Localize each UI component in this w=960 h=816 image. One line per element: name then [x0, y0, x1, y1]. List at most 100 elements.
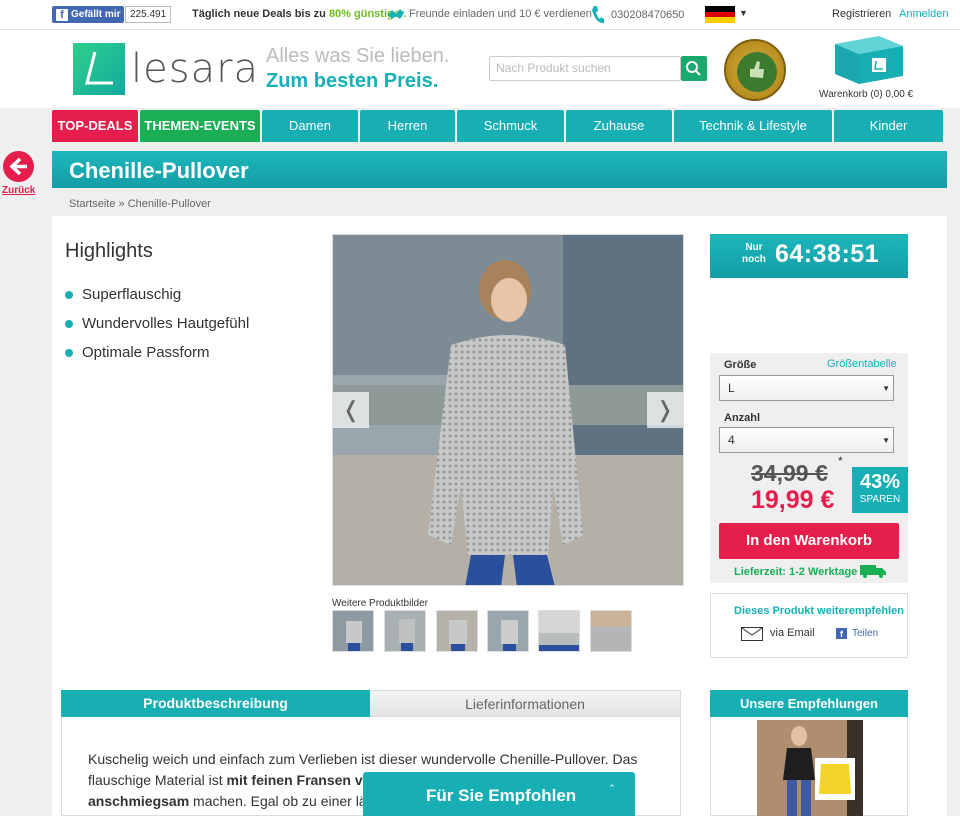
description-line: Kuschelig weich und einfach zum Verliebe…	[88, 751, 638, 767]
add-to-cart-button[interactable]: In den Warenkorb	[719, 523, 899, 559]
price-footnote-marker: *	[838, 454, 843, 468]
countdown-timer: Nur noch 64:38:51	[710, 234, 908, 278]
size-value: L	[728, 381, 735, 395]
nav-item-schmuck[interactable]: Schmuck	[457, 110, 564, 142]
back-link[interactable]: Zurück	[2, 185, 35, 196]
deals-banner: Täglich neue Deals bis zu 80% günstiger.	[192, 8, 407, 20]
description-bold: anschmiegsam	[88, 793, 190, 809]
language-caret-icon[interactable]: ▼	[739, 8, 748, 18]
tab-product-description[interactable]: Produktbeschreibung	[61, 690, 370, 717]
quantity-select[interactable]: 4 ▼	[719, 427, 894, 453]
ekomi-award-seal-icon	[724, 39, 786, 101]
phone-number: 030208470650	[611, 9, 685, 21]
highlight-text: Superflauschig	[82, 286, 182, 303]
next-image-button[interactable]: ❭	[647, 392, 683, 428]
invite-friends-link[interactable]: Freunde einladen und 10 € verdienen	[387, 7, 592, 21]
share-facebook-link[interactable]: Teilen	[852, 628, 878, 639]
invite-label: Freunde einladen und 10 € verdienen	[409, 8, 592, 20]
quantity-label: Anzahl	[724, 412, 761, 424]
main-nav: TOP-DEALS THEMEN-EVENTS Damen Herren Sch…	[52, 110, 945, 142]
bullet-icon	[65, 319, 73, 328]
search-button[interactable]	[681, 56, 707, 81]
nav-item-herren[interactable]: Herren	[360, 110, 455, 142]
size-select[interactable]: L ▼	[719, 375, 894, 401]
product-main-image[interactable]	[332, 234, 684, 586]
old-price: 34,99 €	[751, 460, 828, 486]
chevron-up-icon[interactable]: ˆ	[610, 782, 614, 797]
recommended-for-you-bar[interactable]: Für Sie Empfohlen ˆ	[363, 772, 635, 816]
deals-prefix: Täglich neue Deals bis zu	[192, 8, 326, 20]
description-segment: machen. Egal ob zu einer läs	[189, 793, 374, 809]
discount-percent: 43%	[859, 471, 901, 493]
facebook-like-button[interactable]: f Gefällt mir	[52, 6, 125, 23]
nav-item-kinder[interactable]: Kinder	[834, 110, 943, 142]
truck-icon	[860, 565, 886, 578]
facebook-like-label: Gefällt mir	[71, 9, 121, 20]
product-thumbnail[interactable]	[436, 610, 478, 652]
back-arrow-icon[interactable]	[3, 151, 34, 182]
phone-icon	[592, 6, 604, 24]
product-thumbnail[interactable]	[538, 610, 580, 652]
invite-hand-icon	[388, 9, 404, 19]
chevron-down-icon: ▼	[882, 436, 890, 445]
more-images-label: Weitere Produktbilder	[332, 598, 428, 609]
facebook-icon[interactable]: f	[836, 628, 847, 639]
share-box	[710, 593, 908, 658]
timer-prefix: Nur noch	[742, 242, 766, 266]
highlights-list: Superflauschig Wundervolles Hautgefühl O…	[65, 280, 249, 367]
bullet-icon	[65, 348, 73, 357]
new-price: 19,99 €	[751, 486, 835, 514]
timer-prefix-line2: noch	[742, 254, 766, 265]
nav-item-damen[interactable]: Damen	[262, 110, 358, 142]
search-input[interactable]: Nach Produkt suchen	[489, 56, 681, 81]
tab-delivery-info[interactable]: Lieferinformationen	[370, 690, 681, 717]
recommendations-title: Unsere Empfehlungen	[710, 690, 908, 717]
nav-item-zuhause[interactable]: Zuhause	[566, 110, 672, 142]
product-thumbnail[interactable]	[487, 610, 529, 652]
nav-item-themen-events[interactable]: THEMEN-EVENTS	[140, 110, 260, 142]
cart-summary[interactable]: Warenkorb (0) 0,00 €	[819, 89, 913, 100]
recommended-product-image[interactable]	[757, 720, 863, 816]
product-title-bar: Chenille-Pullover	[52, 151, 947, 188]
description-bold: mit feinen Fransen ve	[226, 772, 371, 788]
highlights-title: Highlights	[65, 240, 153, 262]
bullet-icon	[65, 290, 73, 299]
list-item: Wundervolles Hautgefühl	[65, 309, 249, 338]
product-thumbnail[interactable]	[332, 610, 374, 652]
login-link[interactable]: Anmelden	[899, 8, 949, 20]
size-table-link[interactable]: Größentabelle	[827, 358, 897, 370]
site-header: lesara Alles was Sie lieben. Zum besten …	[0, 30, 960, 108]
discount-badge: 43% SPAREN	[852, 467, 908, 513]
mail-icon[interactable]	[741, 627, 763, 641]
breadcrumb[interactable]: Startseite » Chenille-Pullover	[69, 198, 211, 210]
description-segment: flauschige Material ist	[88, 772, 227, 788]
share-title: Dieses Produkt weiterempfehlen	[734, 605, 904, 617]
cart-box-icon[interactable]	[829, 34, 907, 86]
highlight-text: Wundervolles Hautgefühl	[82, 315, 250, 332]
delivery-time: Lieferzeit: 1-2 Werktage	[734, 566, 858, 578]
list-item: Optimale Passform	[65, 338, 249, 367]
share-email-link[interactable]: via Email	[770, 627, 815, 639]
size-label: Größe	[724, 359, 757, 371]
product-thumbnail[interactable]	[384, 610, 426, 652]
facebook-like-count: 225.491	[125, 6, 172, 23]
recommended-for-you-label: Für Sie Empfohlen	[426, 786, 577, 805]
nav-item-technik-lifestyle[interactable]: Technik & Lifestyle	[674, 110, 832, 142]
top-bar: f Gefällt mir 225.491 Täglich neue Deals…	[0, 0, 960, 30]
discount-label: SPAREN	[859, 494, 901, 505]
register-link[interactable]: Registrieren	[832, 8, 891, 20]
product-thumbnail[interactable]	[590, 610, 632, 652]
germany-flag-icon[interactable]	[705, 6, 735, 23]
logo-text[interactable]: lesara	[131, 46, 259, 92]
facebook-icon: f	[56, 8, 68, 21]
search-icon	[686, 61, 701, 76]
slogan-line2: Zum besten Preis.	[266, 70, 439, 92]
lesara-logo-icon[interactable]	[73, 43, 125, 95]
nav-item-top-deals[interactable]: TOP-DEALS	[52, 110, 138, 142]
quantity-value: 4	[728, 433, 735, 447]
prev-image-button[interactable]: ❬	[333, 392, 369, 428]
timer-prefix-line1: Nur	[745, 242, 763, 253]
page-title: Chenille-Pullover	[69, 158, 249, 183]
list-item: Superflauschig	[65, 280, 249, 309]
timer-value: 64:38:51	[775, 240, 880, 268]
